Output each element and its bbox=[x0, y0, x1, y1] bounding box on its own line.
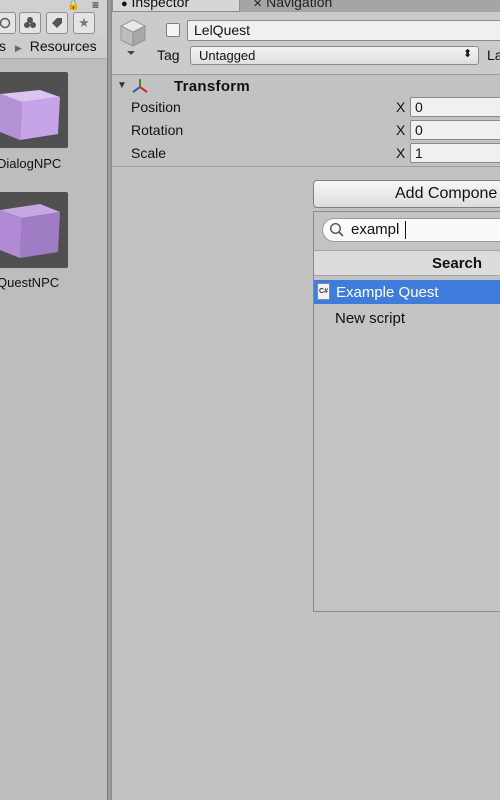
rotation-label: Rotation bbox=[131, 122, 184, 138]
panel-splitter[interactable] bbox=[107, 0, 112, 800]
project-panel: 🔒 ≡ ★ s ▶ Resources DialogNPC QuestNPC bbox=[0, 0, 107, 800]
position-label: Position bbox=[131, 99, 181, 115]
cube-icon bbox=[0, 90, 60, 140]
rotation-x-field[interactable]: 0 bbox=[410, 120, 500, 140]
component-search-input[interactable] bbox=[322, 218, 500, 242]
transform-axes-icon bbox=[132, 79, 148, 93]
scale-x-label[interactable]: X bbox=[396, 145, 405, 161]
tab-inspector-label: Inspector bbox=[131, 0, 190, 10]
filter-by-label-icon[interactable] bbox=[46, 12, 68, 34]
search-query-text: exampl bbox=[351, 221, 400, 238]
inspector-tabbar: ● Inspector ✕ Navigation bbox=[112, 0, 500, 12]
position-x-label[interactable]: X bbox=[396, 99, 405, 115]
add-component-button[interactable]: Add Compone bbox=[313, 180, 500, 208]
search-icon bbox=[329, 222, 344, 237]
rotation-x-label[interactable]: X bbox=[396, 122, 405, 138]
divider bbox=[112, 166, 500, 167]
popup-header-title: Search bbox=[432, 255, 483, 272]
filter-by-type-icon[interactable] bbox=[19, 12, 41, 34]
transform-header[interactable] bbox=[112, 75, 500, 97]
search-filter-icon[interactable] bbox=[0, 12, 16, 34]
result-item-new-script[interactable]: New script bbox=[335, 310, 405, 327]
tag-dropdown[interactable]: Untagged bbox=[190, 46, 479, 65]
breadcrumb-arrow-icon: ▶ bbox=[14, 43, 22, 53]
lock-icon[interactable]: 🔒 bbox=[67, 0, 79, 11]
breadcrumb-current[interactable]: Resources bbox=[30, 38, 97, 54]
asset-thumbnail[interactable] bbox=[0, 192, 68, 268]
navigation-icon: ✕ bbox=[253, 0, 263, 10]
tab-navigation-label: Navigation bbox=[266, 0, 333, 10]
position-x-field[interactable]: 0 bbox=[410, 97, 500, 117]
tab-navigation[interactable]: ✕ Navigation bbox=[245, 0, 395, 12]
breadcrumb: s ▶ Resources bbox=[0, 34, 107, 59]
menu-icon[interactable]: ≡ bbox=[92, 0, 99, 12]
favorites-star-icon[interactable]: ★ bbox=[73, 12, 95, 34]
asset-thumbnail[interactable] bbox=[0, 72, 68, 148]
object-name-field[interactable]: LelQuest bbox=[187, 20, 500, 41]
transform-title: Transform bbox=[174, 78, 251, 95]
breadcrumb-parent[interactable]: s bbox=[0, 38, 6, 54]
foldout-arrow-icon[interactable]: ▼ bbox=[117, 80, 127, 91]
scale-label: Scale bbox=[131, 145, 167, 161]
info-icon: ● bbox=[121, 0, 128, 10]
project-toolbar: 🔒 ≡ ★ bbox=[0, 0, 107, 35]
dropdown-arrow-icon bbox=[127, 51, 135, 55]
tab-inspector[interactable]: ● Inspector bbox=[112, 0, 240, 12]
scale-x-field[interactable]: 1 bbox=[410, 143, 500, 163]
dropdown-arrows-icon: ⬍ bbox=[463, 48, 473, 60]
result-item-label: Example Quest bbox=[336, 284, 439, 301]
tag-label: Tag bbox=[157, 47, 180, 63]
text-caret bbox=[405, 221, 406, 239]
active-checkbox[interactable] bbox=[166, 23, 180, 37]
asset-label: DialogNPC bbox=[0, 156, 62, 171]
cs-script-icon: C# bbox=[317, 283, 330, 300]
asset-label: QuestNPC bbox=[0, 275, 60, 290]
layer-label: La bbox=[487, 47, 500, 63]
cube-icon bbox=[0, 204, 60, 258]
gameobject-icon bbox=[120, 19, 146, 55]
